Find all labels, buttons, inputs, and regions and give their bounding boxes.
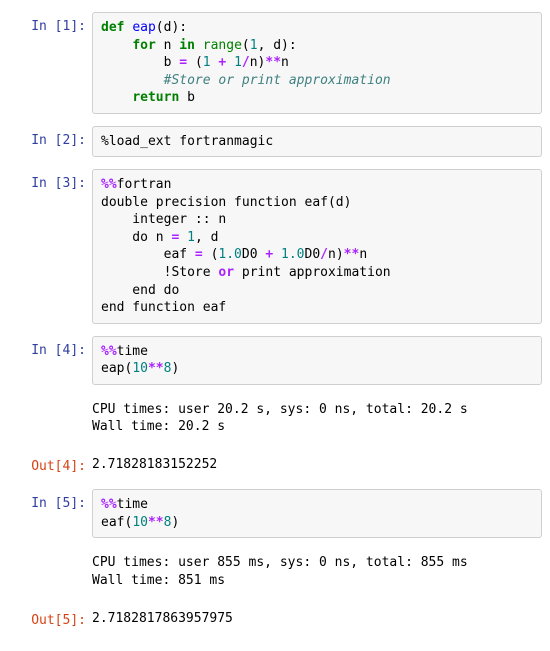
input-prompt: In [5]: (8, 489, 92, 538)
code-line: #Store or print approximation (101, 72, 533, 90)
result-text: 2.7182817863957975 (92, 606, 542, 632)
code-line: eaf = (1.0D0 + 1.0D0/n)**n (101, 246, 533, 264)
code-line: eaf(10**8) (101, 514, 533, 532)
code-cell-4: In [4]: %%time eap(10**8) (8, 336, 542, 385)
code-line: !Store or print approximation (101, 264, 533, 282)
input-prompt: In [2]: (8, 126, 92, 158)
code-line: double precision function eaf(d) (101, 194, 533, 212)
empty-prompt (8, 397, 92, 440)
output-prompt: Out[4]: (8, 452, 92, 478)
input-area[interactable]: %%time eap(10**8) (92, 336, 542, 385)
code-line: def eap(d): (101, 19, 533, 37)
input-area[interactable]: %%time eaf(10**8) (92, 489, 542, 538)
output-prompt: Out[5]: (8, 606, 92, 632)
code-cell-2: In [2]: %load_ext fortranmagic (8, 126, 542, 158)
input-prompt: In [4]: (8, 336, 92, 385)
code-line: eap(10**8) (101, 360, 533, 378)
input-prompt: In [3]: (8, 169, 92, 323)
code-line: do n = 1, d (101, 229, 533, 247)
input-prompt: In [1]: (8, 12, 92, 114)
code-line: %load_ext fortranmagic (101, 133, 533, 151)
input-area[interactable]: %%fortran double precision function eaf(… (92, 169, 542, 323)
code-line: %%fortran (101, 176, 533, 194)
output-stream-5: CPU times: user 855 ms, sys: 0 ns, total… (8, 550, 542, 593)
code-line: for n in range(1, d): (101, 37, 533, 55)
code-cell-3: In [3]: %%fortran double precision funct… (8, 169, 542, 323)
stdout-text: CPU times: user 20.2 s, sys: 0 ns, total… (92, 397, 542, 440)
stdout-text: CPU times: user 855 ms, sys: 0 ns, total… (92, 550, 542, 593)
code-cell-5: In [5]: %%time eaf(10**8) (8, 489, 542, 538)
code-line: integer :: n (101, 211, 533, 229)
output-result-5: Out[5]: 2.7182817863957975 (8, 606, 542, 632)
code-line: end function eaf (101, 299, 533, 317)
code-line: %%time (101, 343, 533, 361)
output-stream-4: CPU times: user 20.2 s, sys: 0 ns, total… (8, 397, 542, 440)
input-area[interactable]: %load_ext fortranmagic (92, 126, 542, 158)
empty-prompt (8, 550, 92, 593)
code-line: end do (101, 282, 533, 300)
code-cell-1: In [1]: def eap(d): for n in range(1, d)… (8, 12, 542, 114)
code-line: %%time (101, 496, 533, 514)
code-line: b = (1 + 1/n)**n (101, 54, 533, 72)
input-area[interactable]: def eap(d): for n in range(1, d): b = (1… (92, 12, 542, 114)
result-text: 2.71828183152252 (92, 452, 542, 478)
output-result-4: Out[4]: 2.71828183152252 (8, 452, 542, 478)
code-line: return b (101, 89, 533, 107)
